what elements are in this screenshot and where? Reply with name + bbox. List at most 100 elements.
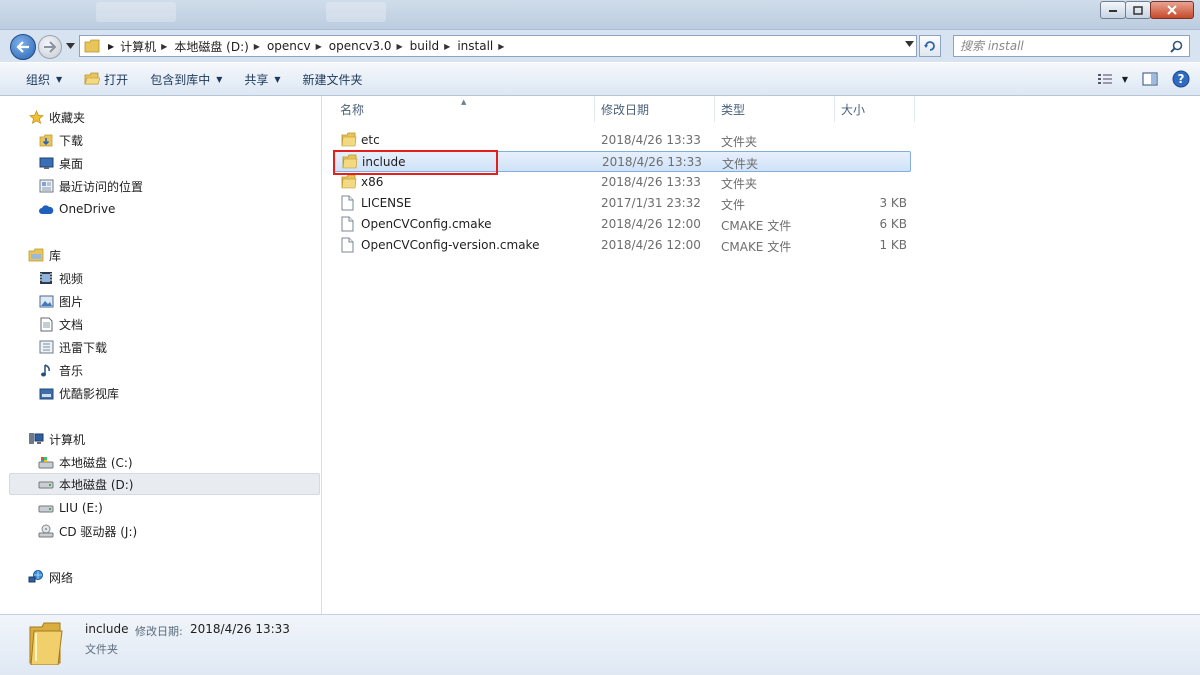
breadcrumb-opencv[interactable]: opencv [267, 39, 311, 53]
nav-item-drive-c[interactable]: 本地磁盘 (C:) [0, 451, 133, 473]
file-type: 文件夹 [721, 135, 758, 149]
address-bar[interactable]: ▶ 计算机 ▶ 本地磁盘 (D:) ▶ opencv ▶ opencv3.0 ▶… [79, 35, 917, 57]
nav-item-label: 本地磁盘 (D:) [59, 477, 134, 492]
open-button[interactable]: 打开 [76, 67, 136, 91]
breadcrumb-arrow[interactable]: ▶ [444, 42, 450, 51]
open-folder-icon [84, 72, 101, 85]
column-header-type[interactable]: 类型 [715, 96, 835, 122]
video-icon [38, 270, 54, 286]
nav-item-music[interactable]: 音乐 [0, 359, 83, 381]
file-size: 1 KB [879, 238, 907, 252]
refresh-button[interactable] [919, 35, 941, 57]
details-file-type: 文件夹 [85, 643, 118, 656]
nav-item-drive-e[interactable]: LIU (E:) [0, 497, 103, 519]
caret-down-icon: ▼ [56, 74, 63, 84]
folder-icon [341, 132, 357, 147]
file-icon [341, 195, 354, 211]
nav-item-thunder-downloads[interactable]: 迅雷下载 [0, 336, 107, 358]
organize-button[interactable]: 组织 ▼ [18, 67, 70, 91]
breadcrumb-install[interactable]: install [457, 39, 493, 53]
large-folder-icon [29, 622, 63, 665]
nav-item-drive-d[interactable]: 本地磁盘 (D:) [9, 473, 320, 495]
column-header-name[interactable]: 名称 ▲ [323, 96, 595, 122]
nav-item-recent-places[interactable]: 最近访问的位置 [0, 175, 143, 197]
computer-icon [28, 431, 44, 447]
breadcrumb-arrow[interactable]: ▶ [498, 42, 504, 51]
file-type: 文件夹 [721, 177, 758, 191]
close-icon [1167, 5, 1177, 15]
breadcrumb-arrow[interactable]: ▶ [108, 42, 114, 51]
search-icon[interactable] [1170, 40, 1183, 53]
forward-button[interactable] [38, 35, 62, 59]
column-header-date[interactable]: 修改日期 [595, 96, 715, 122]
nav-item-pictures[interactable]: 图片 [0, 290, 83, 312]
search-input[interactable] [960, 39, 1160, 53]
file-name: OpenCVConfig.cmake [361, 217, 492, 231]
nav-network[interactable]: 网络 [0, 566, 73, 588]
background-window-ghost [326, 2, 386, 22]
file-row-license[interactable]: LICENSE 2017/1/31 23:32 文件 3 KB [333, 193, 911, 214]
preview-pane-icon[interactable] [1142, 72, 1158, 86]
file-list: 名称 ▲ 修改日期 类型 大小 etc 2018/4/26 13:33 文件夹 … [323, 96, 1200, 614]
breadcrumb-computer[interactable]: 计算机 [120, 38, 156, 55]
nav-item-label: 文档 [59, 317, 84, 332]
nav-item-documents[interactable]: 文档 [0, 313, 83, 335]
file-date: 2017/1/31 23:32 [601, 196, 701, 210]
nav-item-onedrive[interactable]: OneDrive [0, 198, 115, 220]
nav-item-label: 音乐 [59, 363, 84, 378]
nav-item-youku-library[interactable]: 优酷影视库 [0, 382, 119, 404]
arrow-right-icon [44, 41, 57, 53]
nav-item-cd-drive[interactable]: CD 驱动器 (J:) [0, 520, 137, 542]
breadcrumb-arrow[interactable]: ▶ [316, 42, 322, 51]
open-label: 打开 [104, 72, 129, 87]
file-row-opencvconfig[interactable]: OpenCVConfig.cmake 2018/4/26 12:00 CMAKE… [333, 214, 911, 235]
share-button[interactable]: 共享 ▼ [236, 67, 288, 91]
breadcrumb-build[interactable]: build [410, 39, 440, 53]
nav-computer[interactable]: 计算机 [0, 428, 85, 450]
picture-icon [38, 293, 54, 309]
nav-item-label: LIU (E:) [59, 501, 103, 515]
help-icon[interactable]: ? [1172, 70, 1190, 88]
minimize-button[interactable] [1100, 1, 1126, 19]
close-button[interactable] [1150, 1, 1194, 19]
nav-item-videos[interactable]: 视频 [0, 267, 83, 289]
breadcrumb-arrow[interactable]: ▶ [397, 42, 403, 51]
file-size: 3 KB [879, 196, 907, 210]
nav-libraries[interactable]: 库 [0, 244, 61, 266]
minimize-icon [1109, 10, 1117, 12]
nav-item-downloads[interactable]: 下载 [0, 129, 83, 151]
file-type: CMAKE 文件 [721, 219, 792, 233]
document-icon [38, 316, 54, 332]
new-folder-button[interactable]: 新建文件夹 [295, 67, 371, 91]
file-type: 文件 [721, 198, 746, 212]
address-history-dropdown[interactable] [905, 41, 914, 47]
file-row-include[interactable]: include 2018/4/26 13:33 文件夹 [333, 151, 911, 172]
recent-pages-dropdown[interactable] [66, 43, 75, 49]
breadcrumb-drive-d[interactable]: 本地磁盘 (D:) [174, 38, 248, 55]
folder-icon [84, 39, 100, 53]
nav-item-label: 桌面 [59, 156, 84, 171]
background-window-ghost [96, 2, 176, 22]
column-header-size[interactable]: 大小 [835, 96, 915, 122]
window-controls [1100, 1, 1194, 19]
maximize-button[interactable] [1125, 1, 1151, 19]
nav-favorites-label: 收藏夹 [49, 110, 86, 125]
download-folder-icon [38, 132, 54, 148]
nav-item-desktop[interactable]: 桌面 [0, 152, 83, 174]
nav-network-label: 网络 [49, 570, 74, 585]
nav-computer-label: 计算机 [49, 432, 86, 447]
breadcrumb-arrow[interactable]: ▶ [161, 42, 167, 51]
breadcrumb-opencv3[interactable]: opencv3.0 [329, 39, 392, 53]
nav-favorites[interactable]: 收藏夹 [0, 106, 85, 128]
view-dropdown-caret-icon[interactable]: ▼ [1122, 75, 1128, 84]
nav-item-label: OneDrive [59, 202, 116, 216]
breadcrumb-arrow[interactable]: ▶ [254, 42, 260, 51]
include-in-library-button[interactable]: 包含到库中 ▼ [142, 67, 230, 91]
view-options-icon[interactable] [1097, 73, 1114, 85]
file-row-x86[interactable]: x86 2018/4/26 13:33 文件夹 [333, 172, 911, 193]
file-row-opencvconfig-version[interactable]: OpenCVConfig-version.cmake 2018/4/26 12:… [333, 235, 911, 256]
file-date: 2018/4/26 13:33 [602, 155, 702, 169]
back-button[interactable] [10, 34, 36, 60]
file-row-etc[interactable]: etc 2018/4/26 13:33 文件夹 [333, 130, 911, 151]
file-name: etc [361, 133, 380, 147]
